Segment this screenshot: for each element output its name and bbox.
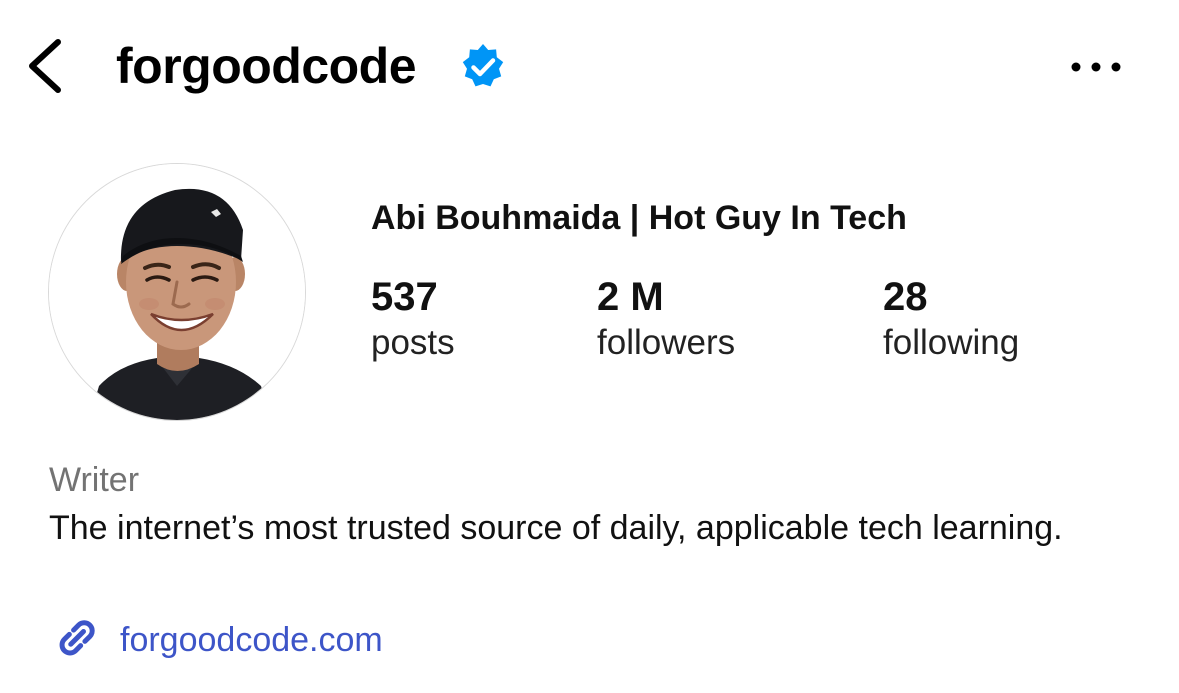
profile-avatar[interactable]	[48, 163, 306, 421]
avatar-photo	[49, 164, 305, 420]
profile-display-name: Abi Bouhmaida | Hot Guy In Tech	[371, 199, 907, 237]
chevron-left-icon	[29, 39, 61, 93]
stat-following-count: 28	[883, 275, 928, 319]
stat-posts-label: posts	[371, 323, 455, 362]
profile-username: forgoodcode	[116, 38, 417, 94]
more-options-button[interactable]	[1062, 50, 1130, 84]
verified-badge-icon	[462, 44, 504, 87]
profile-bio: The internet’s most trusted source of da…	[49, 509, 1063, 547]
stat-followers[interactable]: 2 M followers	[597, 274, 735, 366]
stat-following[interactable]: 28 following	[883, 274, 1019, 366]
stat-posts[interactable]: 537 posts	[371, 274, 455, 366]
stat-following-label: following	[883, 323, 1020, 362]
link-icon	[59, 620, 95, 656]
profile-category: Writer	[49, 461, 140, 499]
stat-followers-label: followers	[597, 323, 736, 362]
stat-followers-count: 2 M	[597, 275, 664, 319]
profile-header: forgoodcode	[0, 0, 1179, 130]
more-horizontal-icon	[1071, 62, 1121, 72]
back-button[interactable]	[20, 30, 76, 102]
profile-website-link[interactable]: forgoodcode.com	[48, 612, 383, 668]
profile-website-text: forgoodcode.com	[120, 621, 383, 659]
stat-posts-count: 537	[371, 275, 438, 319]
